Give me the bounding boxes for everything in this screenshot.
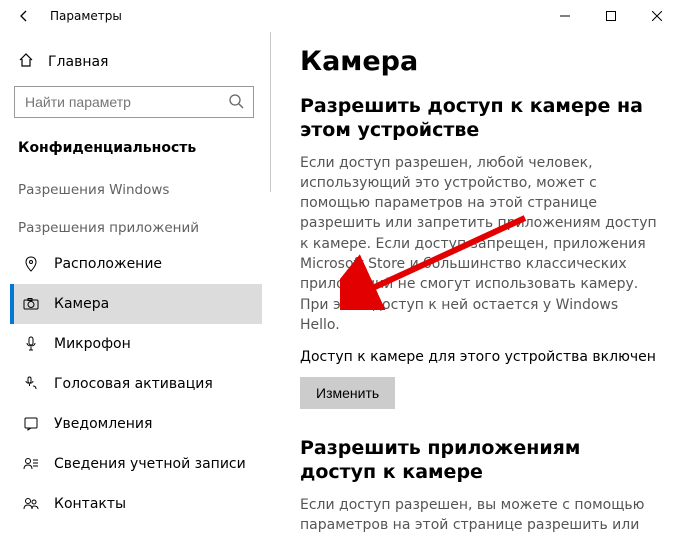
- sidebar-item-label: Сведения учетной записи: [54, 456, 246, 472]
- location-icon: [22, 256, 40, 272]
- sidebar-item-label: Камера: [54, 296, 109, 312]
- camera-icon: [22, 296, 40, 312]
- voice-activation-icon: [22, 376, 40, 392]
- sidebar-home-label: Главная: [48, 54, 108, 70]
- close-button[interactable]: [634, 0, 680, 32]
- scrollbar-thumb[interactable]: [270, 32, 271, 192]
- account-info-icon: [22, 456, 40, 472]
- search-input[interactable]: [14, 86, 254, 118]
- search-icon: [228, 93, 244, 113]
- sidebar-group-apps: Разрешения приложений: [10, 206, 262, 244]
- sidebar-group-windows: Разрешения Windows: [10, 168, 262, 206]
- sidebar-item-location[interactable]: Расположение: [10, 244, 262, 284]
- window-title: Параметры: [50, 9, 122, 23]
- sidebar-current-section: Конфиденциальность: [10, 128, 262, 168]
- sidebar-item-notifications[interactable]: Уведомления: [10, 404, 262, 444]
- sidebar-item-label: Контакты: [54, 496, 126, 512]
- title-bar: Параметры: [0, 0, 680, 32]
- sidebar-item-label: Расположение: [54, 256, 162, 272]
- sidebar-home[interactable]: Главная: [10, 44, 262, 80]
- sidebar-item-microphone[interactable]: Микрофон: [10, 324, 262, 364]
- sidebar-item-account-info[interactable]: Сведения учетной записи: [10, 444, 262, 484]
- contacts-icon: [22, 496, 40, 512]
- change-button[interactable]: Изменить: [300, 377, 395, 409]
- section1-desc: Если доступ разрешен, любой человек, исп…: [300, 153, 658, 336]
- back-button[interactable]: [8, 0, 40, 32]
- section1-heading: Разрешить доступ к камере на этом устрой…: [300, 95, 658, 143]
- home-icon: [18, 52, 34, 72]
- maximize-button[interactable]: [588, 0, 634, 32]
- sidebar: Главная Конфиденциальность Разрешения Wi…: [0, 32, 270, 538]
- sidebar-item-camera[interactable]: Камера: [10, 284, 262, 324]
- sidebar-item-label: Голосовая активация: [54, 376, 213, 392]
- main-content: Камера Разрешить доступ к камере на этом…: [270, 32, 680, 538]
- microphone-icon: [22, 336, 40, 352]
- sidebar-item-contacts[interactable]: Контакты: [10, 484, 262, 524]
- sidebar-item-label: Микрофон: [54, 336, 131, 352]
- section2-heading: Разрешить приложениям доступ к камере: [300, 437, 658, 485]
- sidebar-item-voice-activation[interactable]: Голосовая активация: [10, 364, 262, 404]
- section2-desc: Если доступ разрешен, вы можете с помощь…: [300, 495, 658, 538]
- notifications-icon: [22, 416, 40, 432]
- camera-access-status: Доступ к камере для этого устройства вкл…: [300, 349, 658, 365]
- sidebar-item-label: Уведомления: [54, 416, 152, 432]
- page-title: Камера: [300, 46, 658, 77]
- minimize-button[interactable]: [542, 0, 588, 32]
